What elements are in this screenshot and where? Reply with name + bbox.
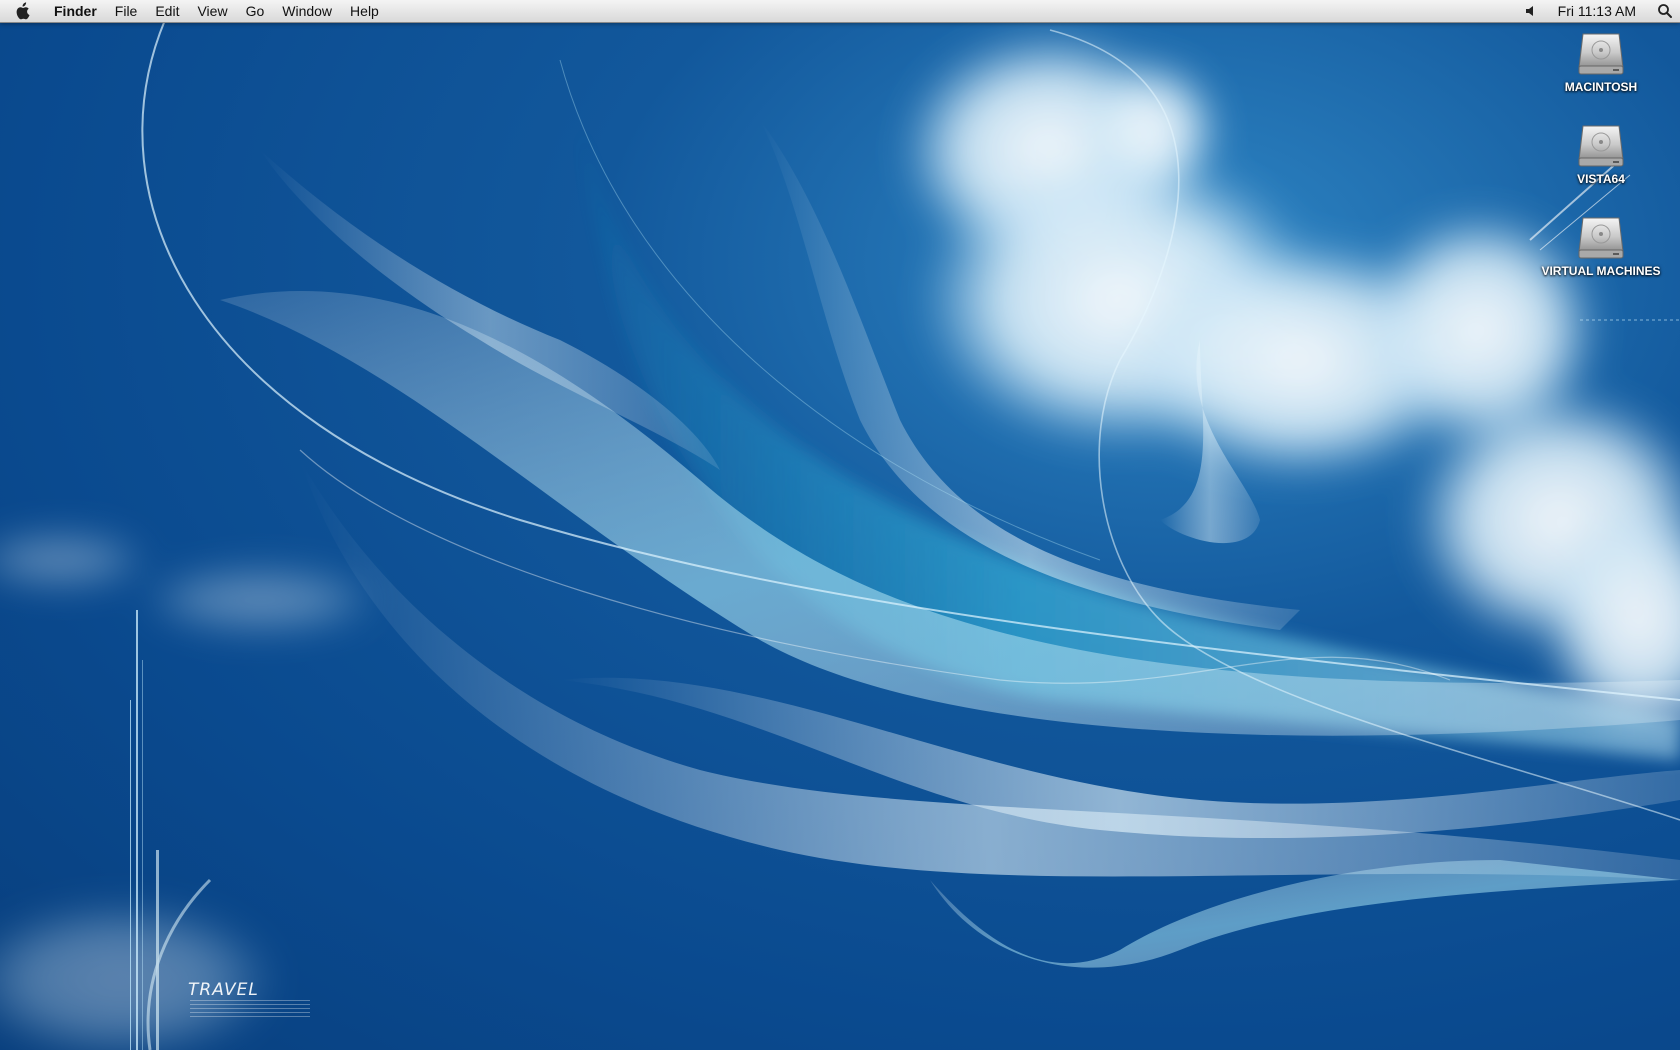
hard-drive-icon [1578,217,1624,259]
speaker-icon [1525,6,1533,16]
desktop-icon-vista64[interactable]: VISTA64 [1531,122,1671,206]
magnifier-icon [1658,4,1672,18]
wallpaper-travel-text: TRAVEL [188,980,259,1000]
apple-logo-icon [16,2,30,20]
menu-view[interactable]: View [188,0,236,22]
menu-window[interactable]: Window [273,0,341,22]
menu-edit[interactable]: Edit [146,0,188,22]
desktop-icon-virtual-machines[interactable]: VIRTUAL MACHINES [1531,214,1671,298]
wallpaper-image [0,19,1680,1050]
menu-help[interactable]: Help [341,0,388,22]
hard-drive-icon [1578,125,1624,167]
spotlight-button[interactable] [1650,0,1680,22]
menu-extras: Fri 11:13 AM [1516,0,1680,22]
hard-drive-icon [1578,33,1624,75]
desktop-icon-label: MACINTOSH [1564,80,1638,94]
desktop[interactable]: TRAVEL Finder File Edit View Go Window H… [0,0,1680,1050]
menu-file[interactable]: File [106,0,147,22]
menu-clock[interactable]: Fri 11:13 AM [1546,0,1650,22]
menu-go[interactable]: Go [237,0,274,22]
apple-menu[interactable] [0,0,44,22]
desktop-icon-macintosh[interactable]: MACINTOSH [1531,30,1671,114]
volume-menu[interactable] [1516,0,1546,22]
desktop-icon-label: VIRTUAL MACHINES [1541,264,1661,278]
desktop-icon-label: VISTA64 [1577,172,1625,186]
wallpaper-fine-print [190,1000,310,1018]
menu-bar: Finder File Edit View Go Window Help Fri… [0,0,1680,23]
menu-finder[interactable]: Finder [44,0,106,22]
